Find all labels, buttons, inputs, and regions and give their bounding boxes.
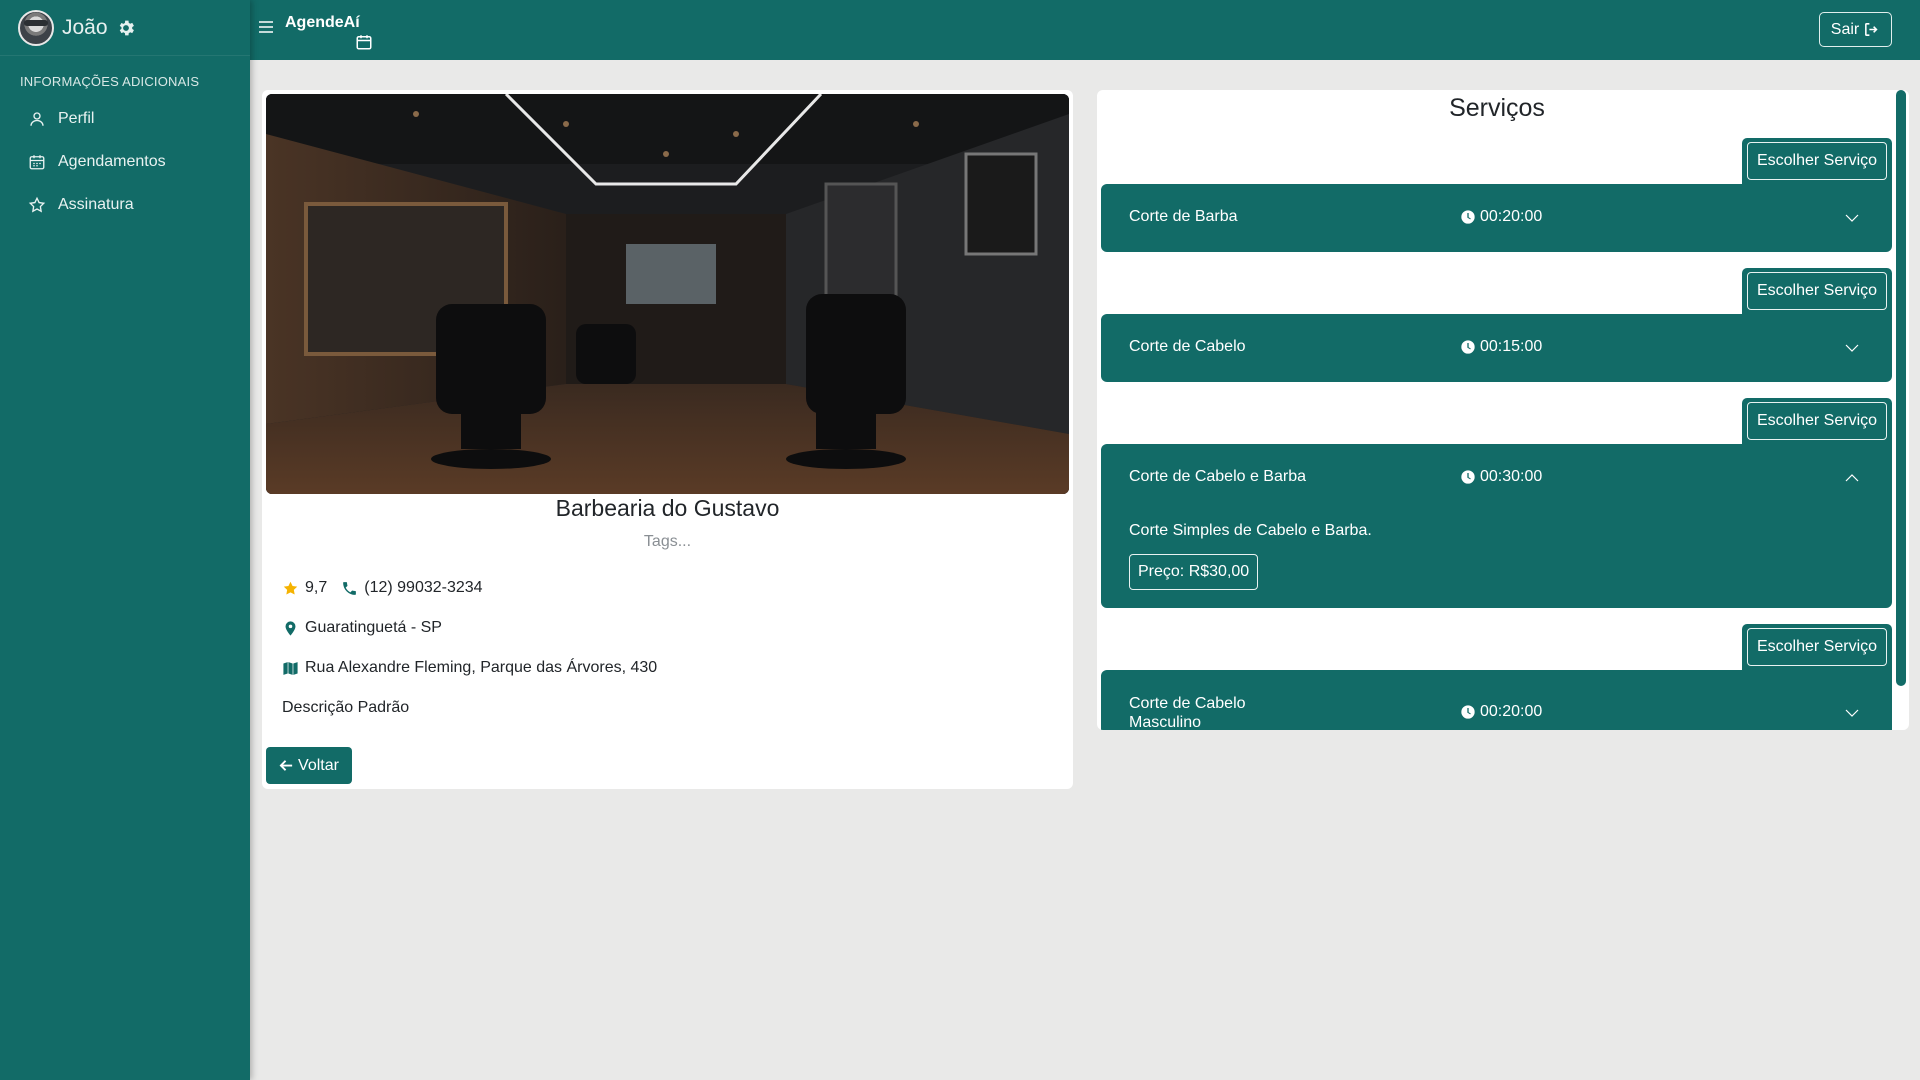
shop-rating: 9,7 [305, 579, 328, 596]
service-duration: 00:20:00 [1460, 703, 1542, 721]
service-duration: 00:15:00 [1460, 338, 1542, 356]
choose-tab: Escolher Serviço [1742, 138, 1892, 184]
choose-service-button[interactable]: Escolher Serviço [1747, 628, 1887, 666]
sidebar: João INFORMAÇÕES ADICIONAIS Perfil Agend… [0, 0, 250, 1080]
shop-description: Descrição Padrão [282, 699, 410, 716]
sidebar-nav: Perfil Agendamentos Assinatura [0, 97, 250, 226]
star-icon [283, 581, 298, 595]
back-button[interactable]: Voltar [266, 747, 352, 784]
scrollbar-thumb[interactable] [1896, 90, 1906, 686]
phone-icon [343, 581, 357, 595]
service-duration: 00:30:00 [1460, 468, 1542, 486]
chevron-down-icon[interactable] [1843, 704, 1861, 722]
user-name: João [62, 15, 108, 39]
map-icon [283, 661, 298, 675]
hamburger-menu-icon[interactable] [258, 19, 274, 35]
shop-address: Rua Alexandre Fleming, Parque das Árvore… [305, 659, 658, 676]
arrow-left-icon [279, 760, 293, 771]
description-row: Descrição Padrão [282, 699, 409, 717]
sidebar-section-title: INFORMAÇÕES ADICIONAIS [20, 74, 200, 89]
chevron-up-icon[interactable] [1843, 469, 1861, 487]
services-panel: Serviços Escolher Serviço Corte de Barba… [1097, 90, 1909, 730]
service-item: Escolher Serviço Corte de Cabelo 00:15:0… [1101, 268, 1892, 382]
gear-icon[interactable] [116, 18, 136, 38]
services-scrollbar[interactable] [1896, 90, 1906, 686]
service-name: Corte de Barba [1129, 208, 1238, 225]
user-icon [30, 111, 44, 126]
logout-button[interactable]: Sair [1819, 12, 1892, 47]
service-header[interactable]: Corte de Cabelo e Barba 00:30:00 Corte S… [1101, 444, 1892, 608]
service-name-line1: Corte de Cabelo [1129, 695, 1246, 712]
sidebar-item-agendamentos[interactable]: Agendamentos [0, 140, 250, 183]
service-item: Escolher Serviço Corte de Cabelo Masculi… [1101, 624, 1892, 730]
calendar-icon [356, 35, 372, 50]
chevron-down-icon[interactable] [1843, 339, 1861, 357]
city-row: Guaratinguetá - SP [282, 619, 442, 637]
service-name-line2: Masculino [1129, 714, 1202, 730]
choose-tab: Escolher Serviço [1742, 398, 1892, 444]
shop-photo [266, 94, 1069, 494]
service-item: Escolher Serviço Corte de Barba 00:20:00 [1101, 138, 1892, 252]
choose-service-button[interactable]: Escolher Serviço [1747, 402, 1887, 440]
services-title: Serviços [1449, 94, 1545, 122]
service-duration: 00:20:00 [1460, 208, 1542, 226]
service-header[interactable]: Corte de Barba 00:20:00 [1101, 184, 1892, 252]
shop-tags: Tags... [643, 533, 692, 550]
back-label: Voltar [298, 756, 339, 774]
choose-service-button[interactable]: Escolher Serviço [1747, 272, 1887, 310]
service-name: Corte de Cabelo [1129, 338, 1246, 355]
brand-name[interactable]: AgendeAí [285, 14, 360, 32]
choose-service-button[interactable]: Escolher Serviço [1747, 142, 1887, 180]
duration-text: 00:15:00 [1480, 338, 1543, 355]
choose-tab: Escolher Serviço [1742, 268, 1892, 314]
shop-card: Barbearia do Gustavo Tags... 9,7 (12) 99… [262, 90, 1073, 789]
shop-phone: (12) 99032-3234 [364, 579, 483, 596]
logout-label: Sair [1830, 20, 1860, 38]
avatar[interactable] [18, 9, 54, 46]
duration-text: 00:20:00 [1480, 703, 1543, 720]
sidebar-item-perfil[interactable]: Perfil [0, 97, 250, 140]
service-name: Corte de Cabelo Masculino [1129, 694, 1246, 730]
sidebar-item-label: Assinatura [58, 195, 134, 213]
clock-icon [1461, 705, 1475, 719]
chevron-down-icon[interactable] [1843, 209, 1861, 227]
topbar: AgendeAí Sair [250, 0, 1920, 60]
clock-icon [1461, 470, 1475, 484]
sidebar-user: João [0, 0, 250, 56]
clock-icon [1461, 210, 1475, 224]
price-badge: Preço: R$30,00 [1129, 554, 1259, 590]
duration-text: 00:30:00 [1480, 468, 1543, 485]
location-pin-icon [285, 620, 296, 636]
star-icon [28, 196, 46, 212]
address-row: Rua Alexandre Fleming, Parque das Árvore… [282, 659, 657, 677]
calendar-icon [29, 154, 45, 169]
clock-icon [1461, 340, 1475, 354]
sidebar-item-label: Agendamentos [58, 152, 166, 170]
logout-icon [1865, 23, 1878, 36]
service-description: Corte Simples de Cabelo e Barba. [1129, 522, 1372, 539]
service-header[interactable]: Corte de Cabelo Masculino 00:20:00 [1101, 670, 1892, 730]
sidebar-item-assinatura[interactable]: Assinatura [0, 183, 250, 226]
shop-city: Guaratinguetá - SP [305, 619, 442, 636]
service-header[interactable]: Corte de Cabelo 00:15:00 [1101, 314, 1892, 382]
rating-phone-row: 9,7 (12) 99032-3234 [282, 579, 483, 597]
service-item-expanded: Escolher Serviço Corte de Cabelo e Barba… [1101, 398, 1892, 608]
sidebar-item-label: Perfil [58, 109, 95, 127]
duration-text: 00:20:00 [1480, 208, 1543, 225]
service-name: Corte de Cabelo e Barba [1129, 468, 1306, 485]
shop-name: Barbearia do Gustavo [555, 495, 780, 521]
choose-tab: Escolher Serviço [1742, 624, 1892, 670]
